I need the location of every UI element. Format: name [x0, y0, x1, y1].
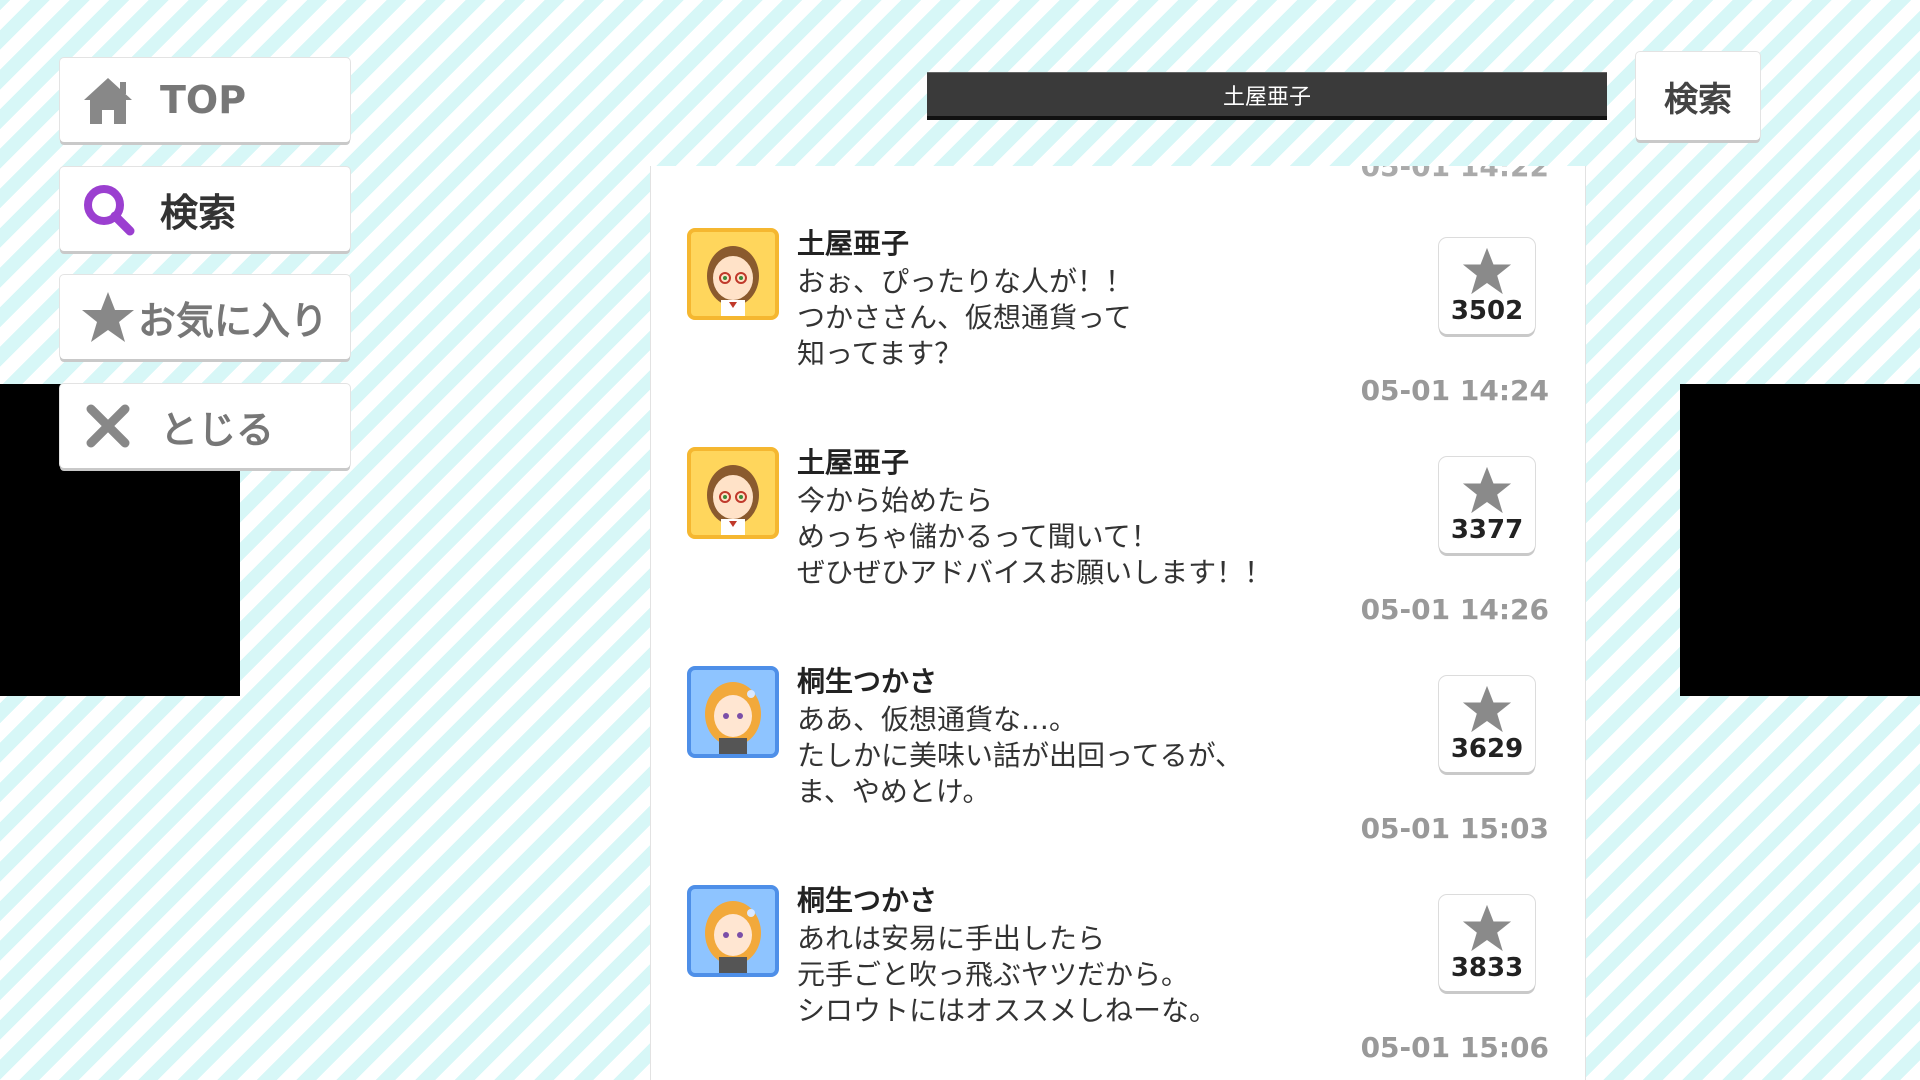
tsuchiya-avatar[interactable] [687, 228, 779, 320]
message-item: 桐生つかさ ああ、仮想通貨な…。 たしかに美味い話が出回ってるが、 ま、やめとけ… [651, 604, 1585, 845]
like-count: 3629 [1450, 734, 1524, 764]
like-button[interactable]: 3833 [1439, 895, 1535, 991]
like-count: 3502 [1450, 296, 1524, 326]
nav-favorites-label: お気に入り [138, 298, 329, 343]
like-button[interactable]: 3502 [1439, 238, 1535, 334]
like-count: 3833 [1450, 953, 1524, 983]
like-button[interactable]: 3377 [1439, 457, 1535, 553]
star-icon [1462, 466, 1512, 514]
page-title: 土屋亜子 [1222, 84, 1311, 110]
nav-close-button[interactable]: とじる [60, 384, 350, 468]
home-icon [78, 70, 138, 130]
message-text: おぉ、ぴったりな人が！！ つかささん、仮想通貨って 知ってます？ [797, 265, 1134, 370]
message-author: 土屋亜子 [797, 227, 910, 260]
message-author: 土屋亜子 [797, 446, 910, 479]
kiryu-avatar[interactable] [687, 666, 779, 758]
message-author: 桐生つかさ [797, 665, 938, 698]
search-icon [78, 179, 138, 239]
message-item: 土屋亜子 おぉ、ぴったりな人が！！ つかささん、仮想通貨って 知ってます？ 35… [651, 166, 1585, 407]
message-text: あれは安易に手出したら 元手ごと吹っ飛ぶヤツだから。 シロウトにはオススメしねー… [797, 922, 1218, 1027]
search-button[interactable]: 検索 [1636, 52, 1760, 140]
close-icon [78, 396, 138, 456]
star-icon [1462, 247, 1512, 295]
star-icon [1462, 904, 1512, 952]
nav-top-label: TOP [160, 78, 247, 122]
timeline-panel[interactable]: 05-01 14:22 土屋亜子 おぉ、ぴったりな人が！！ つかささん、仮想通貨… [650, 166, 1586, 1080]
nav-close-label: とじる [160, 407, 275, 452]
like-count: 3377 [1450, 515, 1524, 545]
message-timestamp: 05-01 15:06 [1360, 1031, 1549, 1064]
message-text: ああ、仮想通貨な…。 たしかに美味い話が出回ってるが、 ま、やめとけ。 [797, 703, 1244, 808]
kiryu-avatar[interactable] [687, 885, 779, 977]
star-icon [78, 287, 138, 347]
nav-favorites-button[interactable]: お気に入り [60, 275, 350, 359]
page-title-bar: 土屋亜子 [927, 72, 1607, 120]
star-icon [1462, 685, 1512, 733]
tsuchiya-avatar[interactable] [687, 447, 779, 539]
letterbox-right [1680, 384, 1920, 696]
message-text: 今から始めたら めっちゃ儲かるって聞いて！ ぜひぜひアドバイスお願いします！！ [797, 484, 1273, 589]
message-item: 土屋亜子 今から始めたら めっちゃ儲かるって聞いて！ ぜひぜひアドバイスお願いし… [651, 385, 1585, 626]
nav-search-label: 検索 [160, 190, 237, 235]
message-author: 桐生つかさ [797, 884, 938, 917]
nav-top-button[interactable]: TOP [60, 58, 350, 142]
nav-search-button[interactable]: 検索 [60, 167, 350, 251]
message-item: 桐生つかさ あれは安易に手出したら 元手ごと吹っ飛ぶヤツだから。 シロウトにはオ… [651, 823, 1585, 1064]
like-button[interactable]: 3629 [1439, 676, 1535, 772]
